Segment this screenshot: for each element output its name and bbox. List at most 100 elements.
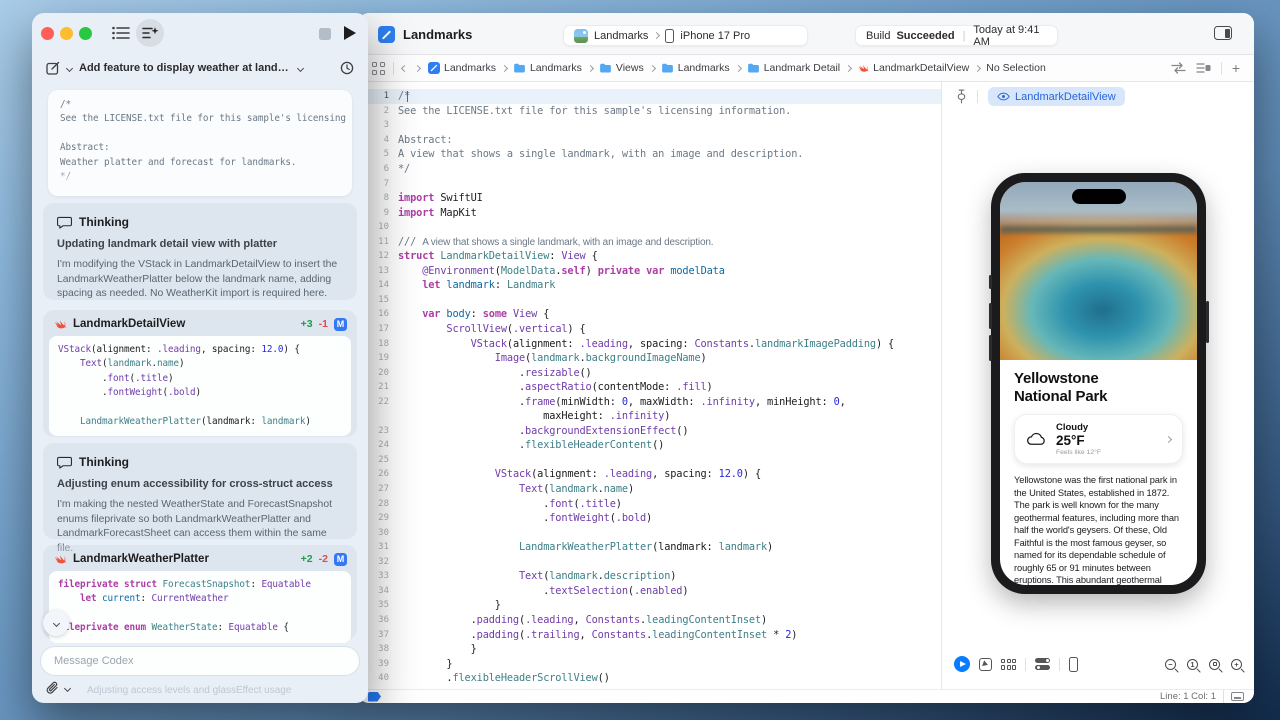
breadcrumb-item[interactable]: Views bbox=[599, 62, 644, 74]
code-line[interactable]: 34 .textSelection(.enabled) bbox=[358, 584, 941, 599]
code-line[interactable]: 5A view that shows a single landmark, wi… bbox=[358, 147, 941, 162]
scroll-to-bottom-button[interactable] bbox=[43, 610, 69, 636]
code-line[interactable]: 15 bbox=[358, 293, 941, 308]
code-line[interactable]: 27 Text(landmark.name) bbox=[358, 482, 941, 497]
code-line[interactable]: 39 } bbox=[358, 656, 941, 671]
code-line[interactable]: 11/// A view that shows a single landmar… bbox=[358, 234, 941, 249]
activity-view[interactable]: Build Succeeded | Today at 9:41 AM bbox=[855, 25, 1058, 46]
code-line[interactable]: 4Abstract: bbox=[358, 133, 941, 148]
code-line[interactable]: 37 .padding(.trailing, Constants.leading… bbox=[358, 627, 941, 642]
breadcrumb-item[interactable]: Landmarks bbox=[513, 62, 582, 74]
code-line[interactable]: 19 Image(landmark.backgroundImageName) bbox=[358, 351, 941, 366]
zoom-button[interactable] bbox=[79, 27, 92, 40]
zoom-in-icon[interactable]: + bbox=[1231, 659, 1242, 670]
code-line[interactable]: 25 bbox=[358, 453, 941, 468]
code-line[interactable]: 1/* bbox=[358, 89, 941, 104]
code-snippet-card[interactable]: /*See the LICENSE.txt file for this samp… bbox=[48, 90, 352, 196]
code-line[interactable]: 26 VStack(alignment: .leading, spacing: … bbox=[358, 467, 941, 482]
pin-icon[interactable] bbox=[956, 89, 967, 104]
editor-options-icon[interactable] bbox=[1196, 62, 1211, 74]
device-settings-icon[interactable] bbox=[1035, 658, 1050, 670]
zoom-out-icon[interactable]: − bbox=[1165, 659, 1176, 670]
code-line[interactable]: 29 .fontWeight(.bold) bbox=[358, 511, 941, 526]
code-line[interactable]: 36 .padding(.leading, Constants.leadingC… bbox=[358, 613, 941, 628]
code-line[interactable]: 21 .aspectRatio(contentMode: .fill) bbox=[358, 380, 941, 395]
code-line[interactable]: 33 Text(landmark.description) bbox=[358, 569, 941, 584]
scheme-selector[interactable]: Landmarks iPhone 17 Pro bbox=[563, 25, 808, 46]
selectable-mode-icon[interactable] bbox=[979, 658, 992, 671]
history-list-icon[interactable] bbox=[112, 26, 130, 40]
new-chat-button[interactable] bbox=[136, 19, 164, 47]
code-line[interactable]: 31 LandmarkWeatherPlatter(landmark: land… bbox=[358, 540, 941, 555]
file-change-card[interactable]: LandmarkWeatherPlatter +2 -2 M filepriva… bbox=[43, 545, 357, 640]
add-editor-icon[interactable]: + bbox=[1232, 61, 1240, 75]
bookmark-icon[interactable] bbox=[368, 692, 381, 702]
code-line[interactable]: 35 } bbox=[358, 598, 941, 613]
scheme-name[interactable]: Landmarks bbox=[594, 30, 648, 42]
run-button[interactable] bbox=[344, 26, 356, 40]
zoom-fit-icon[interactable] bbox=[1209, 659, 1220, 670]
code-line[interactable]: 7 bbox=[358, 176, 941, 191]
preview-device-icon[interactable] bbox=[1069, 657, 1078, 672]
inspector-toggle-icon[interactable] bbox=[1214, 26, 1232, 40]
code-line[interactable]: 38 } bbox=[358, 642, 941, 657]
minimize-button[interactable] bbox=[60, 27, 73, 40]
code-line[interactable]: 12struct LandmarkDetailView: View { bbox=[358, 249, 941, 264]
run-destination[interactable]: iPhone 17 Pro bbox=[680, 30, 750, 42]
stop-button[interactable] bbox=[319, 28, 331, 40]
breadcrumb-item[interactable]: Landmarks bbox=[428, 62, 496, 74]
diff-code-block[interactable]: fileprivate struct ForecastSnapshot: Equ… bbox=[49, 571, 351, 643]
message-input[interactable] bbox=[54, 655, 346, 667]
code-line[interactable]: 20 .resizable() bbox=[358, 365, 941, 380]
code-line[interactable]: 22 .frame(minWidth: 0, maxWidth: .infini… bbox=[358, 394, 941, 409]
chevron-down-icon[interactable] bbox=[64, 685, 71, 692]
history-clock-icon[interactable] bbox=[340, 61, 354, 75]
code-line[interactable]: 10 bbox=[358, 220, 941, 235]
forward-icon[interactable] bbox=[414, 64, 421, 71]
code-line[interactable]: 13 @Environment(ModelData.self) private … bbox=[358, 264, 941, 279]
breadcrumb-item[interactable]: Landmarks bbox=[661, 62, 730, 74]
chevron-down-icon[interactable] bbox=[66, 64, 73, 71]
source-editor[interactable]: 1/*2See the LICENSE.txt file for this sa… bbox=[358, 82, 941, 689]
code-line[interactable]: 2See the LICENSE.txt file for this sampl… bbox=[358, 104, 941, 119]
breadcrumb-item[interactable]: LandmarkDetailView bbox=[857, 62, 969, 74]
thread-title[interactable]: Add feature to display weather at landma… bbox=[79, 62, 291, 74]
code-line[interactable]: 32 bbox=[358, 555, 941, 570]
code-review-icon[interactable] bbox=[1171, 62, 1186, 74]
code-line[interactable]: 30 bbox=[358, 525, 941, 540]
back-icon[interactable] bbox=[401, 64, 408, 71]
message-composer[interactable] bbox=[40, 646, 360, 676]
related-items-icon[interactable] bbox=[372, 62, 385, 75]
code-line[interactable]: 14 let landmark: Landmark bbox=[358, 278, 941, 293]
diff-code-block[interactable]: VStack(alignment: .leading, spacing: 12.… bbox=[49, 336, 351, 436]
chevron-down-icon[interactable] bbox=[297, 64, 304, 71]
code-line[interactable]: 8import SwiftUI bbox=[358, 191, 941, 206]
variants-icon[interactable] bbox=[1001, 659, 1016, 670]
landmark-title: Yellowstone National Park bbox=[1014, 370, 1183, 405]
zoom-100-icon[interactable]: 1 bbox=[1187, 659, 1198, 670]
iphone-preview[interactable]: Yellowstone National Park Cloudy 25°F Fe… bbox=[991, 173, 1206, 594]
compose-icon[interactable] bbox=[46, 61, 60, 75]
file-change-card[interactable]: LandmarkDetailView +3 -1 M VStack(alignm… bbox=[43, 310, 357, 437]
keyboard-icon[interactable] bbox=[1231, 692, 1244, 701]
breadcrumb-item[interactable]: Landmark Detail bbox=[747, 62, 840, 74]
code-line[interactable]: 17 ScrollView(.vertical) { bbox=[358, 322, 941, 337]
code-line[interactable]: 40 .flexibleHeaderScrollView() bbox=[358, 671, 941, 686]
weather-condition: Cloudy bbox=[1056, 422, 1101, 433]
breadcrumb-item[interactable]: No Selection bbox=[986, 62, 1046, 74]
weather-platter[interactable]: Cloudy 25°F Feels like 12°F bbox=[1014, 414, 1183, 464]
code-line[interactable]: maxHeight: .infinity) bbox=[358, 409, 941, 424]
code-line[interactable]: 6*/ bbox=[358, 162, 941, 177]
code-line[interactable]: 18 VStack(alignment: .leading, spacing: … bbox=[358, 336, 941, 351]
paperclip-icon[interactable] bbox=[46, 681, 59, 696]
preview-chip[interactable]: LandmarkDetailView bbox=[988, 87, 1125, 106]
code-line[interactable]: 16 var body: some View { bbox=[358, 307, 941, 322]
live-preview-button[interactable] bbox=[954, 656, 970, 672]
code-line[interactable]: 9import MapKit bbox=[358, 205, 941, 220]
snippet-line: /* bbox=[60, 98, 340, 112]
code-line[interactable]: 23 .backgroundExtensionEffect() bbox=[358, 424, 941, 439]
code-line[interactable]: 28 .font(.title) bbox=[358, 496, 941, 511]
code-line[interactable]: 24 .flexibleHeaderContent() bbox=[358, 438, 941, 453]
code-line[interactable]: 3 bbox=[358, 118, 941, 133]
close-button[interactable] bbox=[41, 27, 54, 40]
